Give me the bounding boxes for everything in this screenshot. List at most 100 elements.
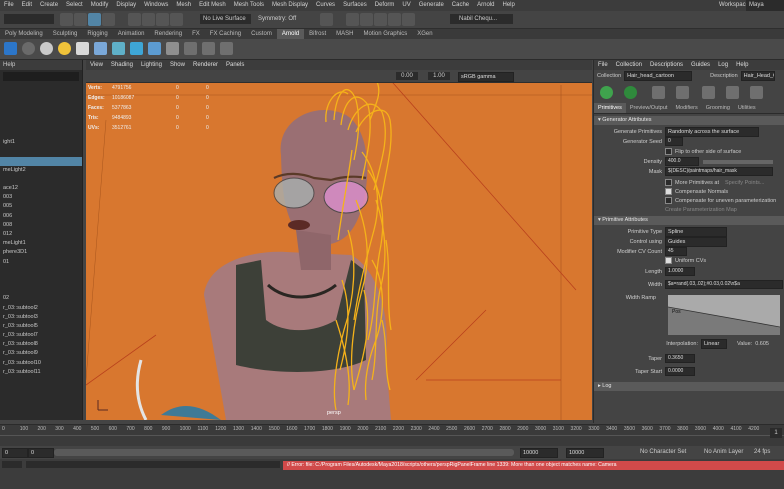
- flip-checkbox[interactable]: [665, 148, 672, 155]
- menu-mesh-display[interactable]: Mesh Display: [268, 0, 312, 11]
- range-start-field[interactable]: 10000: [520, 448, 558, 458]
- specify-points-button[interactable]: Specify Points...: [725, 180, 764, 186]
- render-view-icon[interactable]: [22, 42, 35, 55]
- outliner-item[interactable]: r_03::subtool10: [0, 359, 82, 368]
- anim-layer-dropdown[interactable]: No Anim Layer: [704, 448, 743, 457]
- generate-primitives-dropdown[interactable]: Randomly across the surface: [665, 126, 759, 137]
- menu-edit[interactable]: Edit: [18, 0, 36, 11]
- outliner-item[interactable]: 012: [0, 230, 82, 239]
- control-using-dropdown[interactable]: Guides: [665, 236, 727, 247]
- primitive-type-dropdown[interactable]: Spline: [665, 226, 727, 237]
- outliner-item[interactable]: [0, 276, 82, 285]
- outliner-item[interactable]: [0, 120, 82, 129]
- flush-cache-icon[interactable]: [166, 42, 179, 55]
- log-section-header[interactable]: ▸ Log: [594, 382, 784, 391]
- outliner-item[interactable]: [0, 156, 82, 166]
- menu-file[interactable]: File: [0, 0, 18, 11]
- time-slider[interactable]: 0 100 200 300 400 500 600 700 800 900 1000 1100 1200…: [0, 424, 784, 447]
- tab-primitives[interactable]: Primitives: [594, 103, 626, 113]
- compensate-normals-checkbox[interactable]: [665, 188, 672, 195]
- texture-manager-icon[interactable]: [184, 42, 197, 55]
- xgen-menu-guides[interactable]: Guides: [687, 60, 714, 70]
- length-field[interactable]: 1.0000: [665, 267, 695, 276]
- outliner-help-menu[interactable]: Help: [0, 60, 82, 70]
- outliner-item[interactable]: [0, 285, 82, 294]
- shelf-tab-rendering[interactable]: Rendering: [149, 29, 187, 39]
- shelf-tab-bifrost[interactable]: Bifrost: [304, 29, 331, 39]
- viewport-menu-shading[interactable]: Shading: [107, 60, 137, 70]
- generator-seed-field[interactable]: 0: [665, 137, 683, 146]
- outliner-item[interactable]: 02: [0, 294, 82, 303]
- outliner-item[interactable]: 008: [0, 221, 82, 230]
- outliner-item[interactable]: [0, 129, 82, 138]
- mode-dropdown[interactable]: [4, 14, 54, 24]
- menu-modify[interactable]: Modify: [87, 0, 113, 11]
- outliner-item[interactable]: r_03::subtool8: [0, 340, 82, 349]
- xgen-menu-collection[interactable]: Collection: [612, 60, 646, 70]
- primitives-icon[interactable]: [624, 86, 637, 99]
- shelf-tab-poly-modeling[interactable]: Poly Modeling: [0, 29, 48, 39]
- standin-icon[interactable]: [148, 42, 161, 55]
- outliner-item[interactable]: r_03::subtool11: [0, 368, 82, 377]
- sculpt-guides-icon[interactable]: [676, 86, 689, 99]
- shelf-tab-fx-caching[interactable]: FX Caching: [205, 29, 246, 39]
- xgen-menu-log[interactable]: Log: [714, 60, 732, 70]
- mask-expression-field[interactable]: ${DESC}/paintmaps/hair_mask: [665, 167, 773, 176]
- menu-edit-mesh[interactable]: Edit Mesh: [195, 0, 230, 11]
- ramp-position-marker[interactable]: Pos: [672, 309, 681, 315]
- volume-icon[interactable]: [130, 42, 143, 55]
- history-icon[interactable]: [320, 13, 333, 26]
- outliner-item[interactable]: [0, 111, 82, 120]
- density-slider[interactable]: [703, 159, 773, 164]
- xgen-menu-help[interactable]: Help: [732, 60, 752, 70]
- exposure-field[interactable]: 0.00: [396, 72, 418, 80]
- snap-point-icon[interactable]: [156, 13, 169, 26]
- snap-grid-icon[interactable]: [128, 13, 141, 26]
- primitive-attributes-header[interactable]: ▾ Primitive Attributes: [594, 216, 784, 225]
- menu-windows[interactable]: Windows: [140, 0, 172, 11]
- arnold-render-view-icon[interactable]: [402, 13, 415, 26]
- outliner-item[interactable]: meLight2: [0, 166, 82, 175]
- taper-start-field[interactable]: 0.0000: [665, 367, 695, 376]
- sphere-light-icon[interactable]: [40, 42, 53, 55]
- mesh-light-icon[interactable]: [94, 42, 107, 55]
- ramp-value-field[interactable]: 0.605: [755, 341, 769, 347]
- outliner-item[interactable]: 005: [0, 202, 82, 211]
- shelf-tab-fx[interactable]: FX: [187, 29, 205, 39]
- select-tool-icon[interactable]: [88, 13, 101, 26]
- outliner-item[interactable]: r_03::subtool3: [0, 313, 82, 322]
- taper-field[interactable]: 0.3650: [665, 354, 695, 363]
- lasso-tool-icon[interactable]: [102, 13, 115, 26]
- outliner-item[interactable]: 003: [0, 193, 82, 202]
- tab-grooming[interactable]: Grooming: [702, 103, 734, 113]
- interpolation-dropdown[interactable]: Linear: [701, 338, 727, 349]
- open-scene-icon[interactable]: [74, 13, 87, 26]
- viewport-menu-lighting[interactable]: Lighting: [137, 60, 166, 70]
- tab-modifiers[interactable]: Modifiers: [671, 103, 701, 113]
- outliner-item[interactable]: [0, 101, 82, 110]
- viewport-menu-renderer[interactable]: Renderer: [189, 60, 222, 70]
- outliner-item[interactable]: [0, 92, 82, 101]
- width-expression-field[interactable]: $a=rand(.03,.02);#0.03,0.02\n$a: [665, 280, 783, 289]
- uniform-cvs-checkbox[interactable]: [665, 257, 672, 264]
- outliner-item[interactable]: [0, 147, 82, 156]
- hypershade-icon[interactable]: [388, 13, 401, 26]
- symmetry-dropdown[interactable]: Symmetry: Off: [258, 14, 308, 24]
- shelf-tab-mash[interactable]: MASH: [331, 29, 358, 39]
- tab-preview-output[interactable]: Preview/Output: [626, 103, 672, 113]
- anim-start-field[interactable]: 0: [28, 448, 54, 458]
- shelf-tab-xgen[interactable]: XGen: [412, 29, 437, 39]
- area-light-icon[interactable]: [76, 42, 89, 55]
- shelf-tab-motion-graphics[interactable]: Motion Graphics: [359, 29, 413, 39]
- viewport-menu-panels[interactable]: Panels: [222, 60, 248, 70]
- menu-curves[interactable]: Curves: [312, 0, 339, 11]
- menu-arnold[interactable]: Arnold: [473, 0, 498, 11]
- outliner-item[interactable]: r_03::subtool2: [0, 304, 82, 313]
- render-icon[interactable]: [346, 13, 359, 26]
- width-ramp-graph[interactable]: [668, 295, 780, 335]
- description-dropdown[interactable]: Hair_Head_Ca: [740, 70, 775, 81]
- create-description-icon[interactable]: [600, 86, 613, 99]
- shelf-tab-animation[interactable]: Animation: [113, 29, 150, 39]
- menu-mesh[interactable]: Mesh: [172, 0, 195, 11]
- collection-dropdown[interactable]: Hair_head_cartoon: [624, 70, 693, 81]
